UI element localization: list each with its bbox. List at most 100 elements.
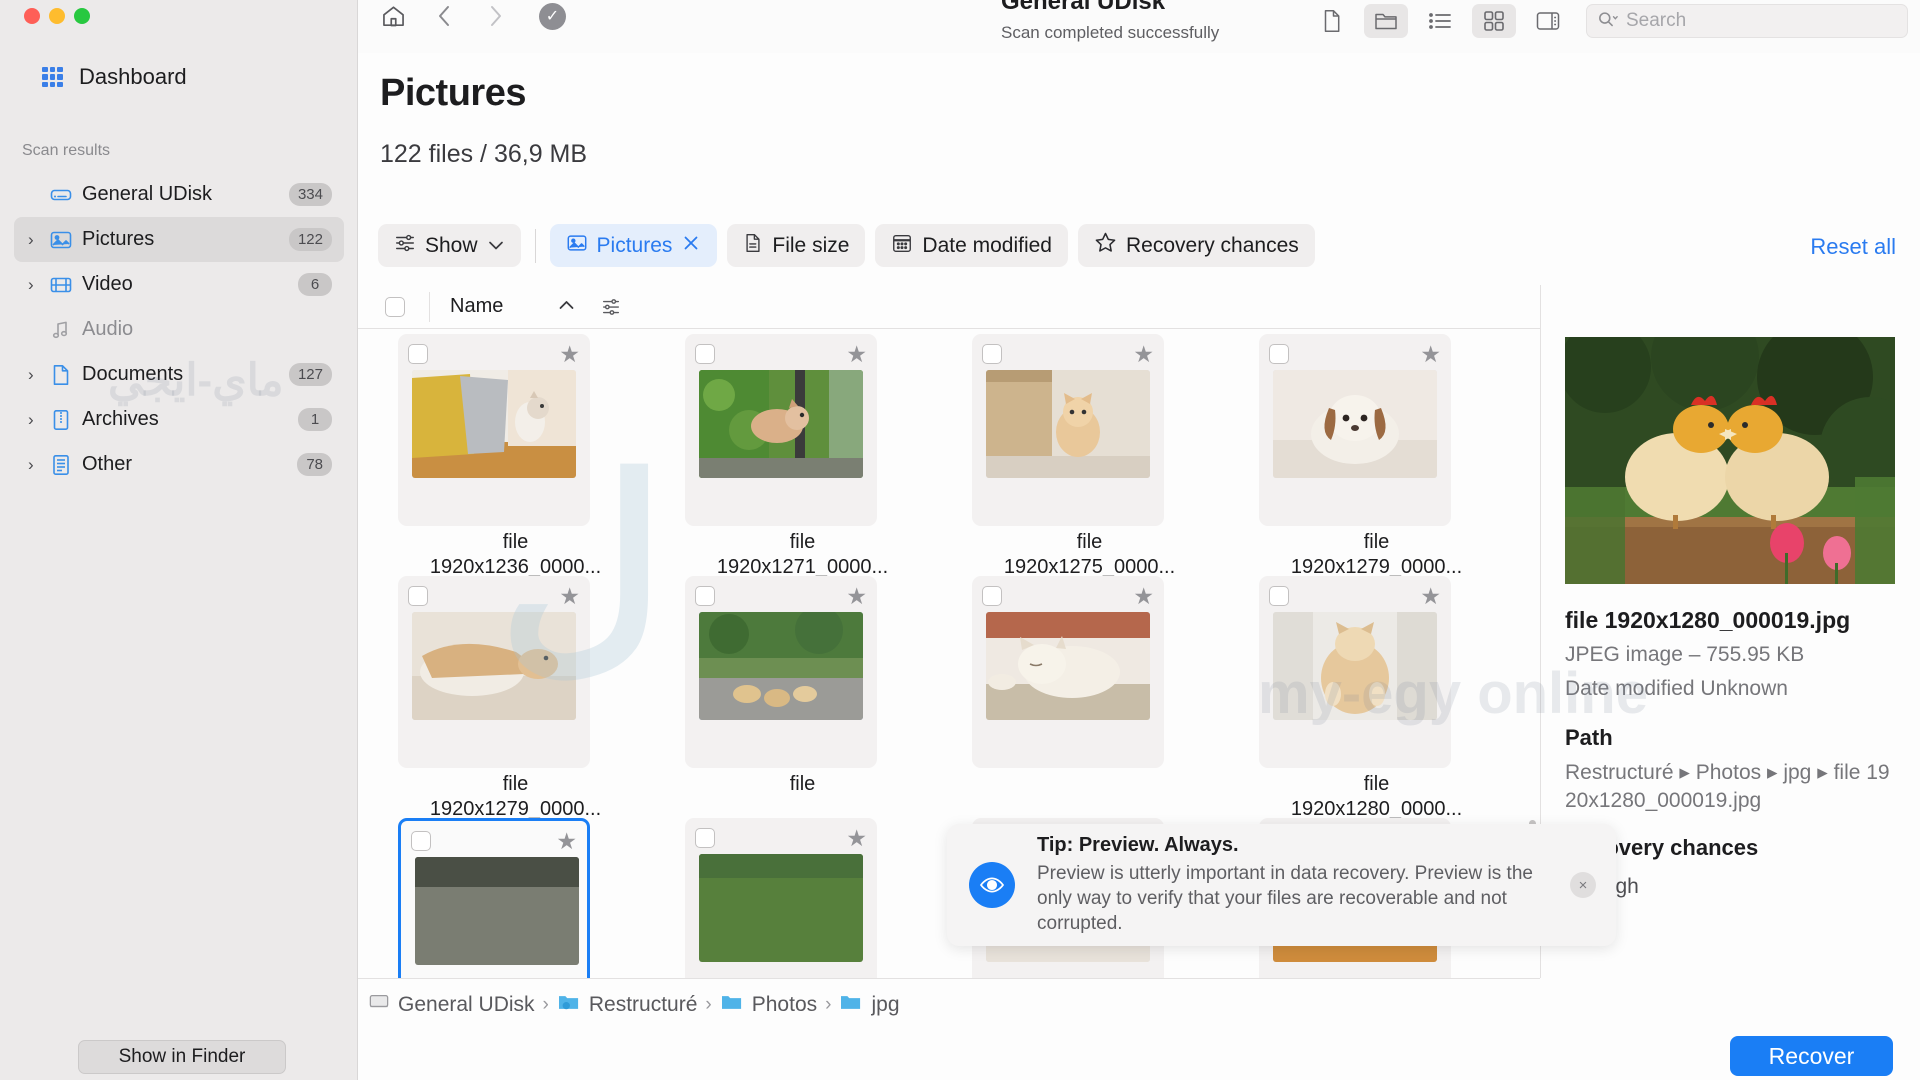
- file-card[interactable]: ★: [398, 818, 590, 980]
- sidebar-item-badge: 6: [298, 273, 332, 296]
- chevron-right-icon[interactable]: ›: [28, 276, 46, 293]
- column-header-name[interactable]: Name: [450, 295, 503, 318]
- file-card[interactable]: ★: [685, 334, 877, 526]
- file-checkbox[interactable]: [695, 344, 715, 364]
- preview-date-modified: Date modified Unknown: [1565, 677, 1788, 701]
- select-all-checkbox[interactable]: [385, 297, 405, 317]
- grid-item[interactable]: ★ file: [659, 572, 946, 814]
- breadcrumb-item-restructure[interactable]: Restructuré: [557, 992, 698, 1018]
- sidebar-item-pictures[interactable]: › Pictures 122: [14, 217, 344, 262]
- audio-icon: [46, 318, 76, 342]
- grid-item[interactable]: ★: [1233, 330, 1520, 572]
- file-checkbox[interactable]: [695, 828, 715, 848]
- forward-icon[interactable]: [483, 2, 507, 30]
- chevron-right-icon[interactable]: ›: [28, 366, 46, 383]
- show-in-finder-button[interactable]: Show in Finder: [78, 1040, 286, 1074]
- grid-view-icon[interactable]: [1472, 4, 1516, 38]
- file-checkbox[interactable]: [982, 344, 1002, 364]
- close-icon[interactable]: ×: [1570, 872, 1596, 898]
- pictures-icon: [46, 228, 76, 252]
- grid-item[interactable]: ★ file 1920x1: [372, 330, 659, 572]
- filter-chip-file-size[interactable]: File size: [727, 224, 865, 267]
- sidebar-item-documents[interactable]: › Documents 127: [14, 352, 344, 397]
- file-card[interactable]: ★: [685, 576, 877, 768]
- sidebar-item-badge: 122: [289, 228, 332, 251]
- sidebar-item-dashboard[interactable]: Dashboard: [30, 58, 199, 96]
- file-checkbox[interactable]: [408, 344, 428, 364]
- star-icon[interactable]: ★: [846, 827, 867, 850]
- filter-chip-recovery-chances[interactable]: Recovery chances: [1078, 224, 1315, 267]
- sidebar-item-video[interactable]: › Video 6: [14, 262, 344, 307]
- chevron-right-icon[interactable]: ›: [28, 456, 46, 473]
- recover-button[interactable]: Recover: [1730, 1036, 1893, 1076]
- show-filter-label: Show: [425, 234, 478, 258]
- chevron-right-icon[interactable]: ›: [28, 231, 46, 248]
- close-window-button[interactable]: [24, 8, 40, 24]
- panel-view-icon[interactable]: [1526, 4, 1570, 38]
- file-checkbox[interactable]: [1269, 586, 1289, 606]
- star-icon[interactable]: ★: [559, 585, 580, 608]
- column-options-icon[interactable]: [600, 296, 622, 318]
- chevron-right-icon[interactable]: ›: [28, 411, 46, 428]
- star-icon[interactable]: ★: [556, 830, 577, 853]
- home-icon[interactable]: [380, 3, 407, 30]
- breadcrumb-item-photos[interactable]: Photos: [720, 992, 817, 1018]
- filter-chip-date-modified[interactable]: Date modified: [875, 224, 1068, 267]
- star-icon[interactable]: ★: [559, 343, 580, 366]
- star-icon[interactable]: ★: [1133, 343, 1154, 366]
- grid-item[interactable]: ★: [372, 814, 659, 980]
- file-checkbox[interactable]: [982, 586, 1002, 606]
- grid-item[interactable]: ★ file: [659, 330, 946, 572]
- file-checkbox[interactable]: [408, 586, 428, 606]
- minimize-window-button[interactable]: [49, 8, 65, 24]
- star-icon[interactable]: ★: [1420, 585, 1441, 608]
- filter-chip-pictures[interactable]: Pictures: [550, 224, 718, 267]
- grid-item[interactable]: ★: [659, 814, 946, 980]
- file-thumbnail: [986, 370, 1150, 478]
- show-filter-button[interactable]: Show: [378, 224, 521, 267]
- file-card[interactable]: ★: [1259, 334, 1451, 526]
- filter-divider: [535, 229, 536, 263]
- sidebar-item-label: Other: [82, 453, 297, 476]
- maximize-window-button[interactable]: [74, 8, 90, 24]
- reset-all-link[interactable]: Reset all: [1810, 234, 1896, 260]
- file-checkbox[interactable]: [695, 586, 715, 606]
- file-checkbox[interactable]: [411, 831, 431, 851]
- file-card[interactable]: ★: [398, 576, 590, 768]
- close-icon[interactable]: [681, 233, 701, 259]
- file-view-icon[interactable]: [1310, 4, 1354, 38]
- star-icon[interactable]: ★: [1420, 343, 1441, 366]
- file-card[interactable]: ★: [972, 334, 1164, 526]
- folder-view-icon[interactable]: [1364, 4, 1408, 38]
- sliders-icon: [394, 232, 416, 260]
- breadcrumb-separator: ›: [825, 994, 831, 1016]
- sidebar-item-badge: 1: [298, 408, 332, 431]
- folder-icon: [839, 992, 863, 1018]
- file-card[interactable]: ★: [685, 818, 877, 980]
- sidebar-item-audio[interactable]: › Audio: [14, 307, 344, 352]
- sidebar-item-other[interactable]: › Other 78: [14, 442, 344, 487]
- star-icon[interactable]: ★: [1133, 585, 1154, 608]
- grid-item[interactable]: ★: [1233, 572, 1520, 814]
- star-icon[interactable]: ★: [846, 585, 867, 608]
- breadcrumb-item-general-udisk[interactable]: General UDisk: [368, 992, 535, 1018]
- file-thumbnail: [699, 854, 863, 962]
- star-icon[interactable]: ★: [846, 343, 867, 366]
- list-view-icon[interactable]: [1418, 4, 1462, 38]
- search-icon: [1597, 9, 1619, 34]
- file-card[interactable]: ★: [1259, 576, 1451, 768]
- column-header: Name: [358, 285, 1540, 329]
- grid-item[interactable]: ★: [946, 330, 1233, 572]
- file-card[interactable]: ★: [972, 576, 1164, 768]
- check-circle-icon[interactable]: ✓: [539, 3, 566, 30]
- grid-item[interactable]: ★ file: [372, 572, 659, 814]
- sidebar-item-archives[interactable]: › Archives 1: [14, 397, 344, 442]
- sidebar-item-general-udisk[interactable]: › General UDisk 334: [14, 172, 344, 217]
- sort-ascending-icon[interactable]: [557, 297, 576, 317]
- search-input[interactable]: Search: [1586, 4, 1908, 38]
- file-card[interactable]: ★: [398, 334, 590, 526]
- file-checkbox[interactable]: [1269, 344, 1289, 364]
- grid-item[interactable]: ★: [946, 572, 1233, 814]
- back-icon[interactable]: [433, 2, 457, 30]
- breadcrumb-item-jpg[interactable]: jpg: [839, 992, 899, 1018]
